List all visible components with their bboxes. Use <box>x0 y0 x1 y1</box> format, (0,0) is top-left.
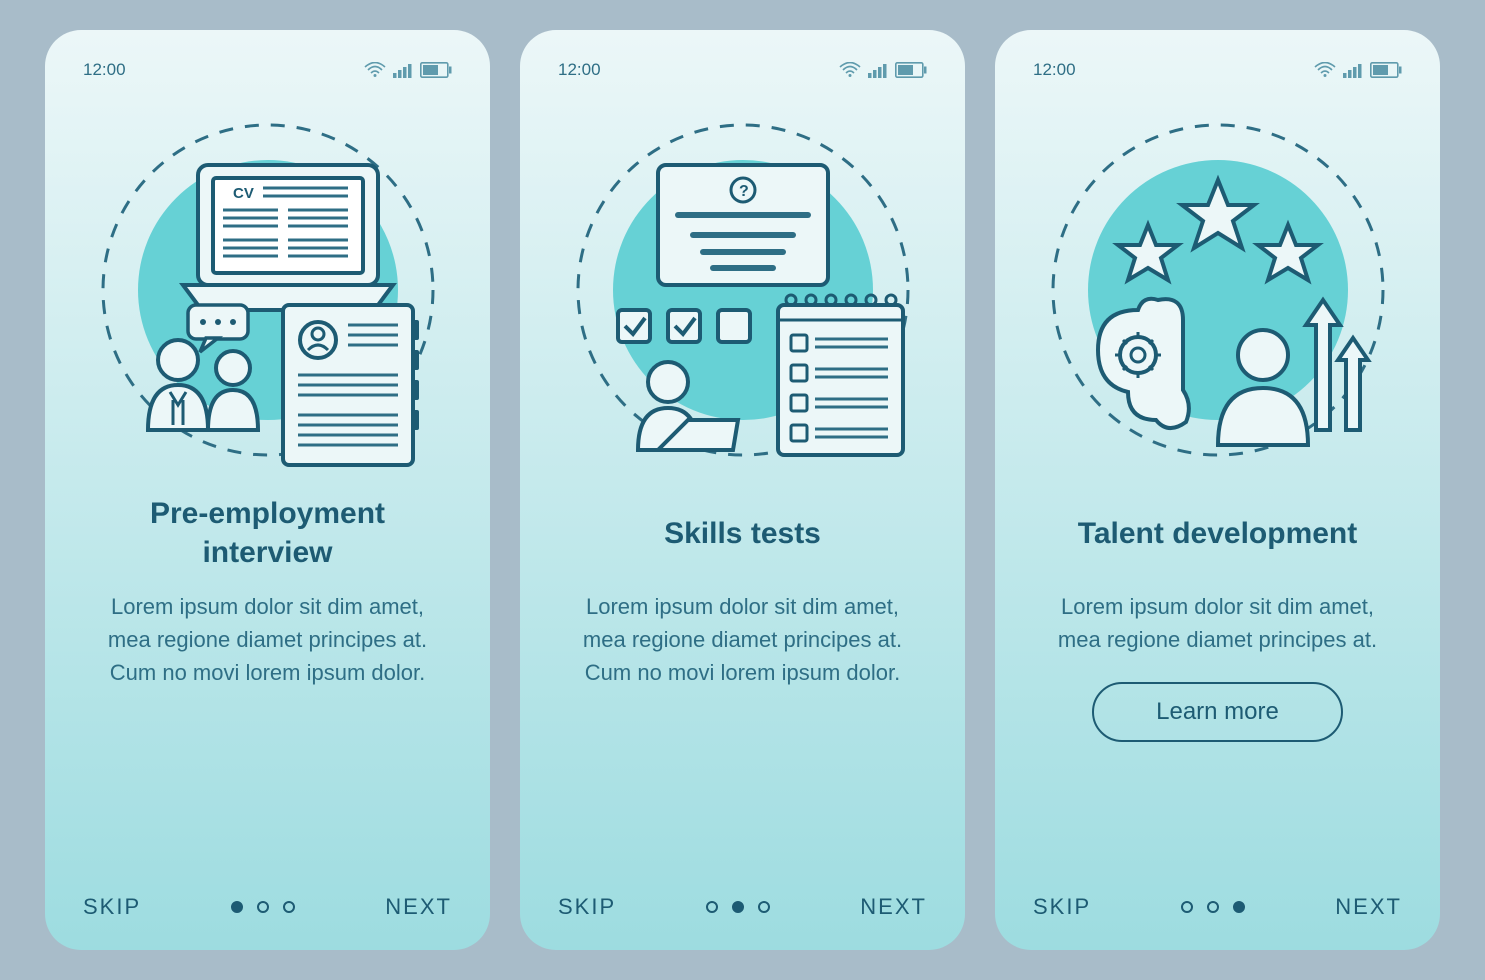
skip-button[interactable]: SKIP <box>1033 894 1091 920</box>
onboarding-screen-1: 12:00 CV <box>45 30 490 950</box>
illustration-interview: CV <box>83 110 452 470</box>
wifi-icon <box>364 62 386 78</box>
page-indicator <box>231 901 295 913</box>
next-button[interactable]: NEXT <box>1335 894 1402 920</box>
wifi-icon <box>839 62 861 78</box>
status-bar: 12:00 <box>83 60 452 80</box>
status-time: 12:00 <box>558 60 601 80</box>
page-dot-2[interactable] <box>1207 901 1219 913</box>
status-icons <box>364 62 452 78</box>
page-dot-3[interactable] <box>758 901 770 913</box>
onboarding-nav: SKIP NEXT <box>83 894 452 920</box>
onboarding-nav: SKIP NEXT <box>558 894 927 920</box>
onboarding-screen-3: 12:00 <box>995 30 1440 950</box>
battery-icon <box>895 62 927 78</box>
signal-icon <box>393 62 413 78</box>
signal-icon <box>868 62 888 78</box>
signal-icon <box>1343 62 1363 78</box>
next-button[interactable]: NEXT <box>860 894 927 920</box>
status-bar: 12:00 <box>1033 60 1402 80</box>
status-icons <box>839 62 927 78</box>
status-time: 12:00 <box>1033 60 1076 80</box>
page-indicator <box>706 901 770 913</box>
page-dot-1[interactable] <box>231 901 243 913</box>
svg-text:CV: CV <box>233 185 254 202</box>
illustration-talent <box>1033 110 1402 470</box>
next-button[interactable]: NEXT <box>385 894 452 920</box>
screen-body: Lorem ipsum dolor sit dim amet, mea regi… <box>83 590 452 689</box>
illustration-skills: ? <box>558 110 927 470</box>
screen-title: Pre-employment interview <box>83 494 452 572</box>
learn-more-button[interactable]: Learn more <box>1092 682 1343 742</box>
page-indicator <box>1181 901 1245 913</box>
onboarding-nav: SKIP NEXT <box>1033 894 1402 920</box>
battery-icon <box>420 62 452 78</box>
wifi-icon <box>1314 62 1336 78</box>
screen-title: Talent development <box>1033 494 1402 572</box>
svg-text:?: ? <box>739 183 749 200</box>
status-time: 12:00 <box>83 60 126 80</box>
battery-icon <box>1370 62 1402 78</box>
status-icons <box>1314 62 1402 78</box>
screen-body: Lorem ipsum dolor sit dim amet, mea regi… <box>1033 590 1402 656</box>
status-bar: 12:00 <box>558 60 927 80</box>
skip-button[interactable]: SKIP <box>83 894 141 920</box>
onboarding-screen-2: 12:00 ? <box>520 30 965 950</box>
page-dot-1[interactable] <box>706 901 718 913</box>
page-dot-2[interactable] <box>257 901 269 913</box>
page-dot-1[interactable] <box>1181 901 1193 913</box>
screen-body: Lorem ipsum dolor sit dim amet, mea regi… <box>558 590 927 689</box>
screen-title: Skills tests <box>558 494 927 572</box>
page-dot-3[interactable] <box>283 901 295 913</box>
skip-button[interactable]: SKIP <box>558 894 616 920</box>
page-dot-2[interactable] <box>732 901 744 913</box>
page-dot-3[interactable] <box>1233 901 1245 913</box>
